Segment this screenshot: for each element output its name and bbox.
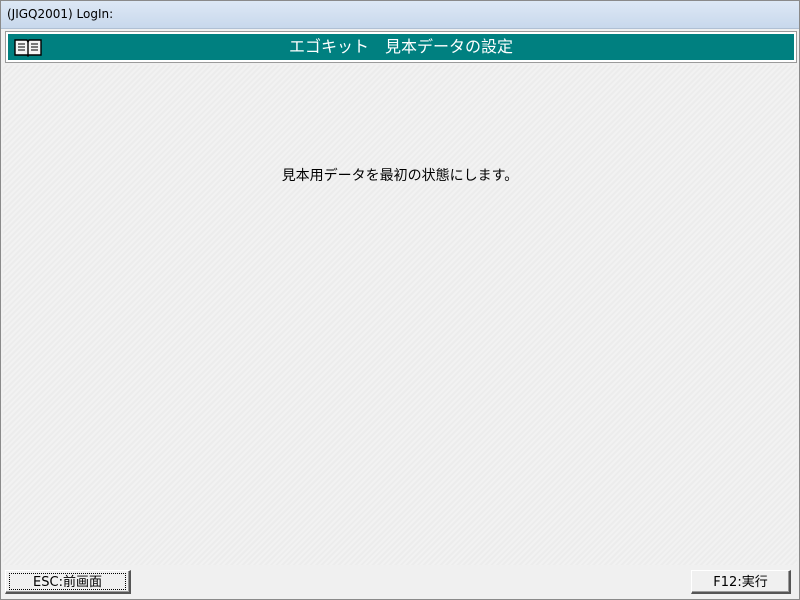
header-frame: エゴキット 見本データの設定 [5,31,797,63]
esc-back-label: ESC:前画面 [33,575,102,590]
window-title: (JIGQ2001) LogIn: [7,7,114,21]
app-window: (JIGQ2001) LogIn: エゴキット 見本データの設定 見本用データを… [0,0,800,600]
f12-execute-button[interactable]: F12:実行 [691,570,791,594]
page-title: エゴキット 見本データの設定 [288,37,513,56]
title-bar: (JIGQ2001) LogIn: [1,1,799,29]
f12-execute-label: F12:実行 [713,575,768,590]
esc-back-button[interactable]: ESC:前画面 [5,570,131,594]
header-bar: エゴキット 見本データの設定 [8,34,794,60]
content-area: 見本用データを最初の状態にします。 [3,65,797,565]
instruction-message: 見本用データを最初の状態にします。 [281,168,519,184]
